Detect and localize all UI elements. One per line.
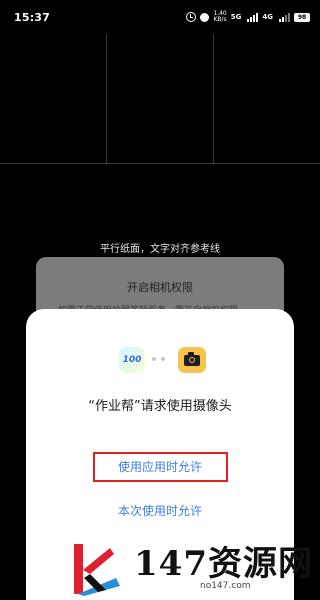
watermark: 147资源网 no147.com [70, 532, 320, 600]
network-speed: 1.40 KB/s [213, 11, 226, 23]
status-icons: 1.40 KB/s 5G 4G 98 [186, 10, 310, 24]
dialog-title: “作业帮”请求使用摄像头 [88, 399, 232, 414]
signal-icon [247, 12, 259, 22]
speed-unit: KB/s [213, 16, 227, 23]
network-4g: 4G [262, 13, 273, 21]
watermark-domain: no147.com [200, 581, 251, 591]
signal-icon-2 [279, 12, 290, 22]
alarm-icon [186, 12, 197, 22]
battery-icon: 98 [294, 12, 310, 22]
grid-line-vertical [106, 34, 107, 164]
allow-while-using-button[interactable]: 使用应用时允许 [26, 458, 294, 475]
camera-guide-text: 平行纸面，文字对齐参考线 [100, 244, 220, 255]
watermark-logo-icon [74, 544, 120, 596]
watermark-text: 147资源网 [134, 544, 313, 584]
connector-dots [152, 357, 165, 361]
camera-icon [178, 347, 206, 373]
app-icon: 100 [119, 347, 145, 373]
network-5g: 5G [230, 13, 242, 21]
dnd-icon [200, 12, 210, 22]
status-time: 15:37 [14, 11, 51, 24]
grid-line-vertical [213, 34, 214, 164]
status-bar: 15:37 1.40 KB/s 5G 4G 98 [0, 0, 320, 34]
permission-card-title: 开启相机权限 [127, 281, 193, 294]
grid-line-horizontal [0, 163, 320, 164]
allow-once-button[interactable]: 本次使用时允许 [26, 502, 294, 519]
